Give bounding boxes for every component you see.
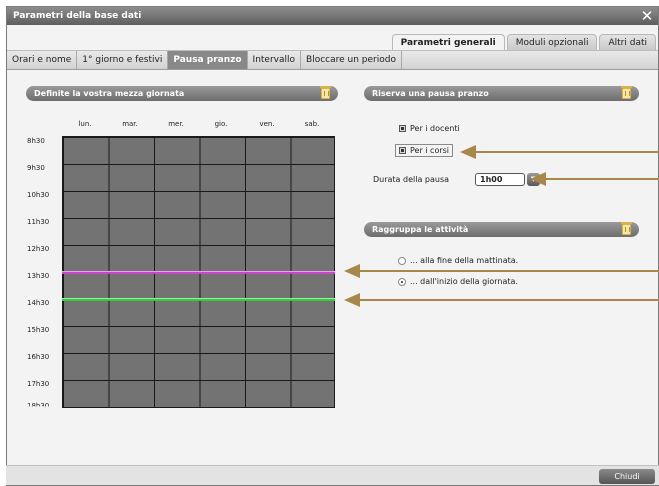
- day-label: lun.: [78, 120, 92, 128]
- afternoon-start-line[interactable]: [62, 298, 335, 301]
- tab-primo-giorno-festivi[interactable]: 1° giorno e festivi: [77, 51, 169, 69]
- pointer-arrow-icon: [344, 293, 659, 307]
- top-tabs: Parametri generali Moduli opzionali Altr…: [391, 34, 656, 50]
- day-label: mer.: [168, 120, 184, 128]
- duration-label: Durata della pausa: [373, 175, 450, 184]
- half-day-panel-header: Definite la vostra mezza giornata: [26, 86, 338, 101]
- duration-select[interactable]: 1h00 ▼: [475, 173, 540, 186]
- checkbox-label: Per i corsi: [410, 146, 450, 155]
- pointer-arrow-icon: [344, 264, 659, 278]
- tab-moduli-opzionali[interactable]: Moduli opzionali: [506, 34, 598, 50]
- trash-icon[interactable]: [320, 86, 331, 99]
- hour-label: 17h30: [27, 380, 50, 388]
- day-label: gio.: [214, 120, 228, 128]
- group-panel-title: Raggruppa le attività: [372, 225, 469, 234]
- close-button[interactable]: Chiudi: [599, 469, 655, 484]
- checkbox[interactable]: [399, 147, 406, 154]
- hour-label: 8h30: [27, 137, 45, 145]
- pointer-arrow-icon: [460, 145, 659, 159]
- tab-intervallo[interactable]: Intervallo: [248, 51, 302, 69]
- hour-label: 14h30: [27, 299, 50, 307]
- window-title: Parametri della base dati: [13, 11, 142, 21]
- tab-parametri-generali[interactable]: Parametri generali: [391, 34, 505, 50]
- duration-value: 1h00: [480, 175, 503, 184]
- hour-label: 16h30: [27, 353, 50, 361]
- close-icon[interactable]: ✕: [640, 7, 654, 25]
- pointer-arrow-icon: [530, 172, 659, 186]
- hour-label: 15h30: [27, 326, 50, 334]
- hour-label: 11h30: [27, 218, 50, 226]
- footer-bar: Chiudi: [6, 465, 659, 485]
- tab-bloccare-periodo[interactable]: Bloccare un periodo: [301, 51, 402, 69]
- day-label: sab.: [304, 120, 320, 128]
- day-label: ven.: [259, 120, 275, 128]
- option-per-i-docenti[interactable]: Per i docenti: [399, 124, 460, 133]
- hour-label: 12h30: [27, 245, 50, 253]
- morning-end-line[interactable]: [62, 271, 335, 274]
- sub-tab-strip: Orari e nome 1° giorno e festivi Pausa p…: [7, 50, 658, 70]
- trash-icon[interactable]: [621, 222, 632, 235]
- group-panel-header: Raggruppa le attività: [364, 222, 639, 237]
- hour-label: 10h30: [27, 191, 50, 199]
- option-per-i-corsi[interactable]: Per i corsi: [395, 144, 454, 157]
- half-day-panel-title: Definite la vostra mezza giornata: [34, 89, 185, 98]
- reserve-panel-title: Riserva una pausa pranzo: [372, 89, 489, 98]
- tab-altri-dati[interactable]: Altri dati: [599, 34, 656, 50]
- reserve-panel-header: Riserva una pausa pranzo: [364, 86, 639, 101]
- hour-label: 13h30: [27, 272, 50, 280]
- window-titlebar: Parametri della base dati ✕: [7, 7, 658, 25]
- hour-label: 9h30: [27, 164, 45, 172]
- checkbox[interactable]: [399, 125, 406, 132]
- day-label: mar.: [122, 120, 138, 128]
- tab-pausa-pranzo[interactable]: Pausa pranzo: [168, 51, 248, 69]
- trash-icon[interactable]: [621, 86, 632, 99]
- checkbox-label: Per i docenti: [410, 124, 460, 133]
- tab-orari-e-nome[interactable]: Orari e nome: [7, 51, 78, 69]
